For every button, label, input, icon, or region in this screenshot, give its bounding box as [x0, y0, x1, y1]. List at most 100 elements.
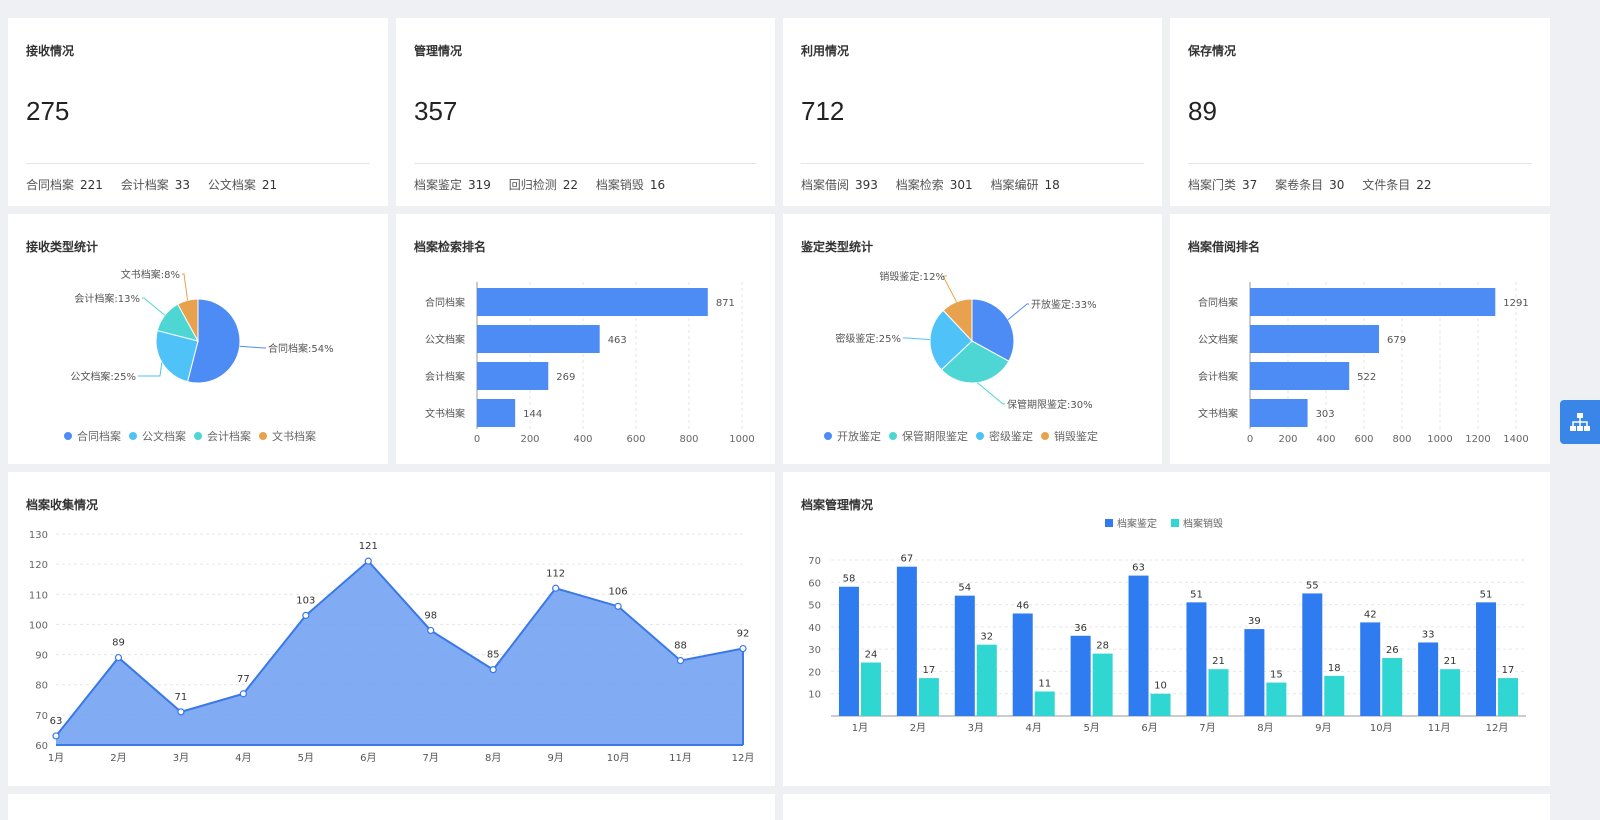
- detail-value: 37: [1242, 178, 1258, 192]
- bar: [918, 678, 939, 716]
- legend-label: 密级鉴定: [989, 429, 1033, 443]
- x-tick-label: 1200: [1465, 434, 1490, 445]
- manage-grouped-bar-chart: 10 20 30 40 50 60 70 58 24 1月 67 17 2月 54 32 3月 46 11 4月 36…: [808, 517, 1526, 734]
- y-tick-label: 合同档案: [425, 296, 465, 309]
- x-tick-label: 6月: [1141, 722, 1157, 734]
- bar-value-label: 21: [1444, 656, 1457, 667]
- y-tick-label: 30: [808, 645, 821, 656]
- bar-value-label: 58: [843, 574, 856, 585]
- slice-label: 密级鉴定:25%: [835, 332, 901, 345]
- y-tick-label: 10: [808, 690, 821, 701]
- detail-value: 21: [261, 178, 278, 192]
- stat-title: 保存情况: [1188, 44, 1237, 58]
- x-tick-label: 4月: [235, 752, 251, 764]
- bar-value-label: 1291: [1503, 298, 1528, 309]
- y-tick-label: 70: [35, 711, 48, 722]
- slice-label: 开放鉴定:33%: [1031, 298, 1097, 311]
- bar-value-label: 26: [1386, 645, 1399, 656]
- stat-value: 357: [414, 96, 458, 126]
- x-tick-label: 8月: [485, 752, 501, 764]
- label-line: [976, 382, 1005, 405]
- bar: [976, 644, 997, 716]
- label-line: [138, 362, 163, 377]
- stat-details: 档案鉴定 319 回归检测 22 档案销毁 16: [414, 176, 679, 193]
- detail-label: 公文档案: [207, 178, 256, 192]
- y-tick-label: 40: [808, 623, 821, 634]
- bar: [477, 362, 549, 390]
- stat-value: 89: [1188, 96, 1217, 126]
- x-tick-label: 200: [520, 434, 539, 445]
- x-tick-label: 0: [1247, 434, 1253, 445]
- bar-value-label: 28: [1096, 641, 1109, 652]
- bar-value-label: 18: [1328, 663, 1341, 674]
- label-line: [182, 273, 189, 301]
- chart-card-borrow: 档案借阅排名 0 200 400 600 800 1000 1200 1400 合同档案 1291…: [1170, 214, 1550, 464]
- bar: [1324, 675, 1345, 716]
- x-tick-label: 7月: [1199, 722, 1215, 734]
- detail-value: 22: [562, 178, 579, 192]
- data-label: 92: [737, 629, 750, 640]
- x-tick-label: 400: [573, 434, 592, 445]
- bar-value-label: 51: [1190, 589, 1203, 600]
- bar: [477, 288, 708, 316]
- data-point: [177, 708, 185, 716]
- slice-label: 合同档案:54%: [268, 342, 334, 355]
- legend-marker: [64, 432, 72, 440]
- data-label: 85: [487, 650, 500, 661]
- chart-card-manage: 档案管理情况 10 20 30 40 50 60 70 58 24 1月 67 17 2月 54 32 3月 4…: [783, 472, 1550, 786]
- bar: [1128, 575, 1149, 716]
- data-label: 63: [50, 716, 63, 727]
- detail-label: 案卷条目: [1275, 178, 1324, 192]
- slice-label: 会计档案:13%: [74, 292, 140, 305]
- y-tick-label: 会计档案: [425, 370, 465, 383]
- x-tick-label: 1400: [1503, 434, 1528, 445]
- legend-marker: [1041, 432, 1049, 440]
- data-label: 89: [112, 638, 125, 649]
- label-line: [1007, 303, 1029, 321]
- x-tick-label: 6月: [360, 752, 376, 764]
- stat-value: 275: [26, 96, 70, 126]
- bar-value-label: 63: [1132, 563, 1145, 574]
- label-line: [239, 345, 266, 349]
- x-tick-label: 5月: [1083, 722, 1099, 734]
- legend-label: 档案鉴定: [1117, 517, 1157, 530]
- bar: [1302, 593, 1323, 716]
- sitemap-button[interactable]: [1560, 400, 1600, 444]
- x-tick-label: 11月: [1428, 722, 1451, 734]
- bar: [1476, 602, 1497, 716]
- legend-marker: [1171, 519, 1179, 527]
- bar-value-label: 269: [556, 372, 575, 383]
- stat-title: 管理情况: [414, 44, 463, 58]
- stat-details: 档案借阅 393 档案检索 301 档案编研 18: [801, 176, 1074, 193]
- label-line: [142, 297, 166, 316]
- detail-label: 档案鉴定: [414, 178, 463, 192]
- bar: [1440, 669, 1461, 716]
- bar-value-label: 46: [1016, 600, 1029, 611]
- data-label: 77: [237, 674, 250, 685]
- x-tick-label: 1月: [852, 722, 868, 734]
- x-tick-label: 200: [1278, 434, 1297, 445]
- bar: [838, 586, 859, 716]
- bar-value-label: 15: [1270, 670, 1283, 681]
- detail-label: 档案检索: [895, 178, 944, 192]
- bar-value-label: 21: [1212, 656, 1225, 667]
- legend-marker: [976, 432, 984, 440]
- y-tick-label: 130: [29, 530, 48, 541]
- legend-marker: [1105, 519, 1113, 527]
- bar: [1070, 635, 1091, 716]
- detail-label: 档案借阅: [801, 178, 850, 192]
- detail-value: 393: [855, 178, 878, 192]
- data-label: 88: [674, 641, 687, 652]
- bar-value-label: 10: [1154, 681, 1167, 692]
- divider: [26, 163, 370, 164]
- data-label: 112: [546, 568, 565, 579]
- y-tick-label: 20: [808, 667, 821, 678]
- borrow-bar-chart: 0 200 400 600 800 1000 1200 1400 合同档案 1291 公文档案 679…: [1198, 282, 1529, 445]
- x-tick-label: 8月: [1257, 722, 1273, 734]
- x-tick-label: 800: [1392, 434, 1411, 445]
- bar: [1034, 691, 1055, 716]
- bar: [1498, 678, 1519, 716]
- detail-label: 合同档案: [26, 178, 75, 192]
- stat-card-store: 保存情况 89 档案门类 37 案卷条目 30 文件条目 22: [1170, 18, 1550, 206]
- legend-label: 销毁鉴定: [1054, 429, 1098, 443]
